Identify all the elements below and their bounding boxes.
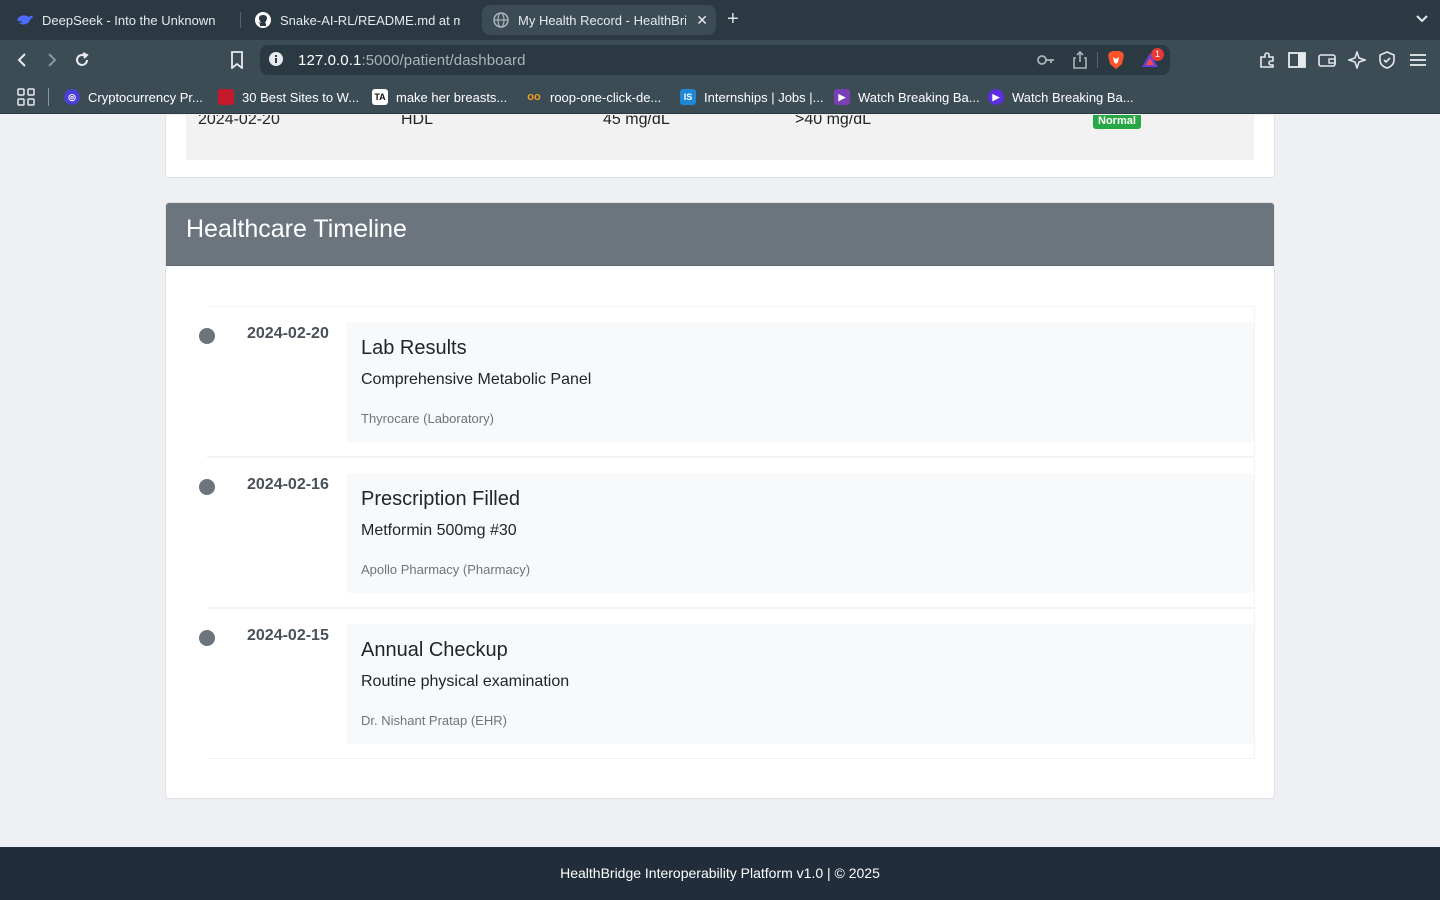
share-icon[interactable] xyxy=(1072,50,1088,74)
urlbar-divider xyxy=(1097,52,1098,68)
rewards-count-badge: 1 xyxy=(1151,48,1164,61)
event-description: Comprehensive Metabolic Panel xyxy=(361,371,592,388)
timeline-date: 2024-02-20 xyxy=(247,325,329,342)
wallet-icon[interactable] xyxy=(1317,50,1337,70)
ta-logo-icon: TA xyxy=(372,89,388,105)
brave-lion-icon[interactable] xyxy=(1107,50,1125,75)
globe-icon xyxy=(492,11,510,29)
bookmark-label: 30 Best Sites to W... xyxy=(242,89,360,105)
site-info-icon[interactable] xyxy=(268,51,284,72)
timeline-date: 2024-02-15 xyxy=(247,627,329,644)
url-path: :5000/patient/dashboard xyxy=(361,52,526,69)
event-title: Annual Checkup xyxy=(361,639,508,661)
timeline-dot xyxy=(199,630,215,646)
event-description: Metformin 500mg #30 xyxy=(361,522,517,539)
leo-ai-sparkle-icon[interactable] xyxy=(1347,50,1367,70)
tab-title: DeepSeek - Into the Unknown xyxy=(42,12,216,28)
forward-arrow-icon[interactable] xyxy=(42,50,62,70)
bookmark-item[interactable]: TA make her breasts... xyxy=(372,88,507,106)
bookmark-label: Internships | Jobs |... xyxy=(704,89,824,105)
event-title: Lab Results xyxy=(361,337,467,359)
timeline-date: 2024-02-16 xyxy=(247,476,329,493)
bookmark-label: Watch Breaking Ba... xyxy=(1012,89,1134,105)
url-host: 127.0.0.1 xyxy=(298,52,362,69)
event-description: Routine physical examination xyxy=(361,673,570,690)
timeline-event-box: Annual Checkup Routine physical examinat… xyxy=(346,624,1254,744)
table-row: 2024-02-20 HDL 45 mg/dL >40 mg/dL Normal xyxy=(186,115,1254,160)
bookmark-icon[interactable] xyxy=(227,50,247,70)
site-logo-icon xyxy=(218,89,234,105)
password-key-icon[interactable] xyxy=(1036,52,1056,73)
page-footer: HealthBridge Interoperability Platform v… xyxy=(0,847,1440,900)
coinmarketcap-icon: ◎ xyxy=(64,89,80,105)
apps-grid-icon[interactable] xyxy=(17,88,35,111)
event-source: Apollo Pharmacy (Pharmacy) xyxy=(361,562,531,577)
timeline-item: 2024-02-20 Lab Results Comprehensive Met… xyxy=(199,306,1255,457)
status-badge: Normal xyxy=(1093,115,1141,129)
deepseek-whale-icon xyxy=(16,11,34,29)
tab-deepseek[interactable]: DeepSeek - Into the Unknown xyxy=(6,5,236,35)
bookmark-item[interactable]: IS Internships | Jobs |... xyxy=(680,88,823,106)
bookmark-label: Watch Breaking Ba... xyxy=(858,89,980,105)
timeline-item: 2024-02-16 Prescription Filled Metformin… xyxy=(199,457,1255,608)
internshala-icon: IS xyxy=(680,89,696,105)
tab-separator xyxy=(240,12,241,28)
bookmark-label: Cryptocurrency Pr... xyxy=(88,89,203,105)
event-title: Prescription Filled xyxy=(361,488,520,510)
timeline-dot xyxy=(199,479,215,495)
bookmark-item[interactable]: 30 Best Sites to W... xyxy=(218,88,359,106)
close-tab-icon[interactable]: ✕ xyxy=(696,12,708,29)
chevron-down-icon[interactable] xyxy=(1414,11,1430,32)
timeline-title: Healthcare Timeline xyxy=(186,215,407,243)
lab-date-cell: 2024-02-20 xyxy=(198,115,280,128)
bookmark-item[interactable]: ▶ Watch Breaking Ba... xyxy=(834,88,980,106)
bookmark-label: make her breasts... xyxy=(396,89,508,105)
tab-title: My Health Record - HealthBridge xyxy=(518,12,686,28)
new-tab-button[interactable]: + xyxy=(727,8,739,30)
extensions-puzzle-icon[interactable] xyxy=(1257,50,1277,70)
timeline-event-box: Lab Results Comprehensive Metabolic Pane… xyxy=(346,322,1254,442)
lab-test-cell: HDL xyxy=(401,115,434,128)
tab-github[interactable]: Snake-AI-RL/README.md at main xyxy=(244,5,470,35)
back-arrow-icon[interactable] xyxy=(12,50,32,70)
event-source: Thyrocare (Laboratory) xyxy=(361,411,494,426)
reload-icon[interactable] xyxy=(72,50,92,70)
bookmark-item[interactable]: ◎ Cryptocurrency Pr... xyxy=(64,88,203,106)
lab-value-cell: 45 mg/dL xyxy=(603,115,670,128)
video-icon: ▶ xyxy=(834,89,850,105)
tab-title: Snake-AI-RL/README.md at main xyxy=(280,12,460,28)
sidebar-icon[interactable] xyxy=(1287,50,1307,70)
lab-results-card: 2024-02-20 HDL 45 mg/dL >40 mg/dL Normal xyxy=(165,115,1275,178)
timeline-event-box: Prescription Filled Metformin 500mg #30 … xyxy=(346,473,1254,593)
menu-hamburger-icon[interactable] xyxy=(1408,50,1428,70)
timeline-item: 2024-02-15 Annual Checkup Routine physic… xyxy=(199,608,1255,759)
bookmark-item[interactable]: ▶ Watch Breaking Ba... xyxy=(988,88,1134,106)
timeline-header: Healthcare Timeline xyxy=(166,203,1274,266)
page-viewport: 2024-02-20 HDL 45 mg/dL >40 mg/dL Normal… xyxy=(0,115,1440,847)
tab-health-record[interactable]: My Health Record - HealthBridge ✕ xyxy=(482,5,716,35)
event-source: Dr. Nishant Pratap (EHR) xyxy=(361,713,507,728)
timeline-dot xyxy=(199,328,215,344)
browser-tab-strip: DeepSeek - Into the Unknown Snake-AI-RL/… xyxy=(0,0,1440,40)
bookmarks-divider xyxy=(48,88,49,106)
url-text[interactable]: 127.0.0.1:5000/patient/dashboard xyxy=(298,52,526,69)
footer-text: HealthBridge Interoperability Platform v… xyxy=(560,865,880,881)
play-icon: ▶ xyxy=(988,89,1004,105)
bookmark-item[interactable]: oo roop-one-click-de... xyxy=(526,88,661,106)
healthcare-timeline-card: Healthcare Timeline 2024-02-20 Lab Resul… xyxy=(165,202,1275,799)
bookmark-label: roop-one-click-de... xyxy=(550,89,662,105)
vpn-shield-icon[interactable] xyxy=(1377,50,1397,70)
colab-icon: oo xyxy=(527,91,541,103)
lab-reference-cell: >40 mg/dL xyxy=(795,115,872,128)
github-icon xyxy=(254,11,272,29)
